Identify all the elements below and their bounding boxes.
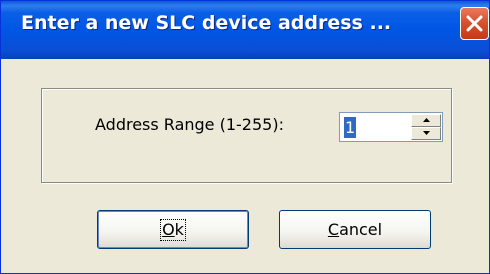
address-spinbox[interactable]: 1: [339, 112, 443, 142]
dialog-window: Enter a new SLC device address ... Addre…: [0, 0, 490, 274]
triangle-up-icon: [423, 118, 430, 122]
title-bar[interactable]: Enter a new SLC device address ...: [1, 1, 489, 59]
spin-up-button[interactable]: [411, 114, 441, 127]
ok-button-label: Ok: [160, 219, 186, 241]
ok-button[interactable]: Ok: [97, 210, 249, 249]
cancel-button-label: Cancel: [327, 220, 383, 239]
close-button[interactable]: [460, 7, 489, 40]
triangle-down-icon: [423, 131, 430, 135]
address-group: Address Range (1-255): 1: [41, 88, 452, 183]
close-x-icon: [466, 15, 483, 32]
spin-down-button[interactable]: [411, 127, 441, 140]
address-range-label: Address Range (1-255):: [95, 115, 284, 134]
dialog-title: Enter a new SLC device address ...: [21, 12, 392, 34]
cancel-button[interactable]: Cancel: [279, 210, 431, 249]
address-value[interactable]: 1: [344, 117, 357, 138]
